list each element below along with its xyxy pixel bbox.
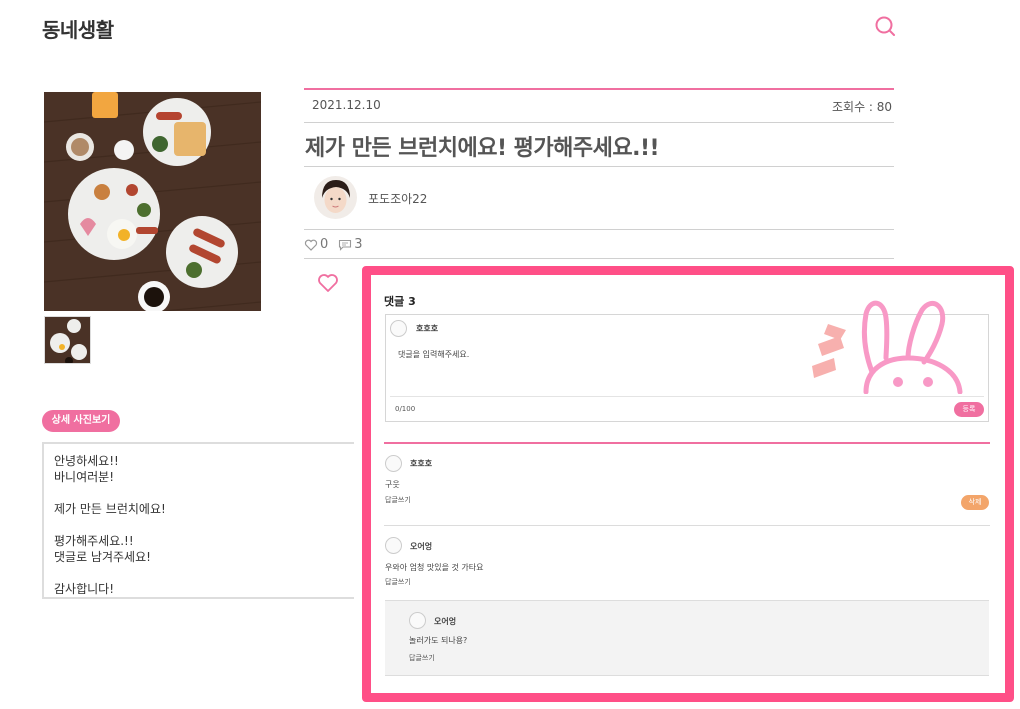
comment-count-icon	[339, 239, 352, 251]
like-count-icon	[304, 239, 318, 251]
thumbnail-photo[interactable]	[44, 316, 91, 364]
post-description: 안녕하세요!! 바니여러분! 제가 만든 브런치에요! 평가해주세요.!! 댓글…	[42, 442, 354, 599]
reply-link[interactable]: 답글쓰기	[385, 577, 411, 587]
post-views: 조회수 : 80	[832, 100, 893, 114]
delete-comment-button[interactable]: 삭제	[961, 495, 989, 510]
divider	[304, 122, 894, 123]
description-line: 바니여러분!	[54, 470, 115, 484]
divider	[304, 258, 894, 259]
comment-text: 구웃	[385, 480, 400, 489]
divider	[304, 229, 894, 230]
post-stats: 0 3	[304, 237, 363, 252]
description-line: 감사합니다!	[54, 582, 115, 596]
description-line	[54, 485, 344, 501]
user-avatar-icon	[390, 320, 407, 337]
comment-input[interactable]: 댓글을 입력해주세요.	[398, 349, 469, 360]
post-top-divider	[304, 88, 894, 90]
description-line	[54, 517, 344, 533]
comment-user: 호호호	[410, 459, 433, 468]
description-line: 평가해주세요.!!	[54, 534, 134, 548]
char-counter: 0/100	[395, 405, 416, 413]
reply-link[interactable]: 답글쓰기	[385, 495, 411, 505]
divider	[304, 166, 894, 167]
divider	[390, 396, 984, 397]
description-line: 제가 만든 브런치에요!	[54, 502, 166, 516]
brand-title[interactable]: 동네생활	[42, 14, 114, 43]
comments-divider	[384, 442, 990, 444]
user-avatar-icon	[409, 612, 426, 629]
comment-text: 우와아 엄청 맛있을 것 가타요	[385, 563, 484, 572]
description-line: 안녕하세요!!	[54, 454, 119, 468]
comment-form-user: 호호호	[416, 324, 439, 333]
description-line: 댓글로 남겨주세요!	[54, 550, 151, 564]
reply-text: 놀러가도 되나용?	[409, 636, 468, 645]
comment-user: 오어엉	[410, 542, 433, 551]
main-photo[interactable]	[44, 92, 261, 311]
search-icon[interactable]	[874, 15, 896, 37]
heart-icon[interactable]	[317, 272, 339, 294]
nested-reply	[385, 600, 989, 676]
author-avatar[interactable]	[314, 176, 357, 219]
post-date: 2021.12.10	[312, 98, 381, 112]
like-count: 0	[320, 237, 329, 252]
detail-photos-button[interactable]: 상세 사진보기	[42, 410, 120, 432]
description-line	[54, 565, 344, 581]
user-avatar-icon	[385, 455, 402, 472]
comments-title: 댓글 3	[384, 295, 416, 308]
submit-comment-button[interactable]: 등록	[954, 402, 984, 417]
user-avatar-icon	[385, 537, 402, 554]
reply-user: 오어엉	[434, 617, 457, 626]
bunny-icon	[812, 300, 963, 394]
author-name[interactable]: 포도조아22	[368, 190, 427, 207]
comment-count: 3	[354, 237, 363, 252]
post-title: 제가 만든 브런치에요! 평가해주세요.!!	[305, 136, 660, 161]
divider	[384, 525, 990, 526]
reply-link[interactable]: 답글쓰기	[409, 653, 435, 663]
